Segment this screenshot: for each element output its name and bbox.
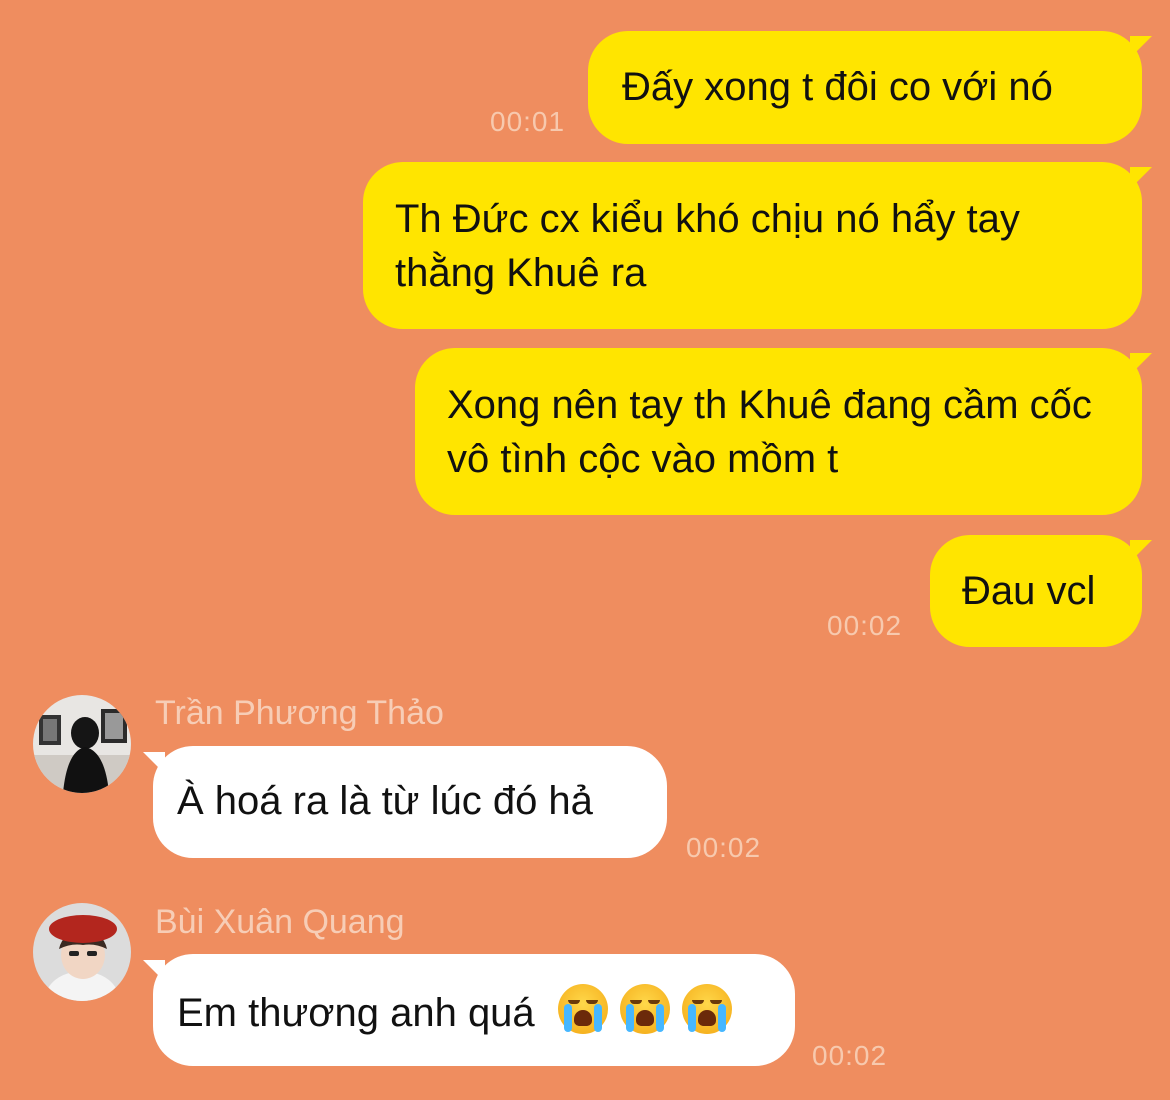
- message-text: Đấy xong t đôi co với nó: [622, 65, 1053, 109]
- message-timestamp: 00:02: [686, 832, 762, 863]
- bubble-tail: [1130, 540, 1152, 562]
- bubble-tail: [1130, 36, 1152, 58]
- outgoing-message[interactable]: Xong nên tay th Khuê đang cầm cốc vô tìn…: [415, 348, 1142, 515]
- loudly-crying-face-icon: [557, 984, 608, 1034]
- message-timestamp: 00:01: [490, 106, 566, 137]
- avatar[interactable]: [33, 903, 131, 1001]
- avatar[interactable]: [33, 695, 131, 793]
- bubble-tail: [1130, 353, 1152, 375]
- message-text: Xong nên tay th Khuê đang cầm cốc vô tìn…: [447, 383, 1092, 481]
- message-timestamp: 00:02: [812, 1040, 888, 1071]
- sender-name: Bùi Xuân Quang: [155, 903, 405, 941]
- avatar-photo-icon: [33, 903, 131, 1001]
- message-text: Th Đức cx kiểu khó chịu nó hẩy tay thằng…: [395, 197, 1020, 295]
- outgoing-message[interactable]: Đau vcl: [930, 535, 1142, 647]
- chat-thread: 00:01 Đấy xong t đôi co với nó Th Đức cx…: [0, 0, 1170, 1100]
- outgoing-message[interactable]: Th Đức cx kiểu khó chịu nó hẩy tay thằng…: [363, 162, 1142, 329]
- loudly-crying-face-icon: [619, 984, 670, 1034]
- outgoing-message[interactable]: Đấy xong t đôi co với nó: [588, 31, 1142, 144]
- message-text: Em thương anh quá: [177, 991, 535, 1035]
- message-text: Đau vcl: [962, 569, 1096, 613]
- sender-name: Trần Phương Thảo: [155, 694, 444, 732]
- loudly-crying-face-icon: [681, 984, 732, 1034]
- avatar-photo-icon: [33, 695, 131, 793]
- incoming-message[interactable]: Em thương anh quá: [153, 954, 795, 1066]
- bubble-tail: [1130, 167, 1152, 189]
- incoming-message[interactable]: À hoá ra là từ lúc đó hả: [153, 746, 667, 858]
- message-timestamp: 00:02: [827, 610, 903, 641]
- message-text: À hoá ra là từ lúc đó hả: [177, 779, 593, 823]
